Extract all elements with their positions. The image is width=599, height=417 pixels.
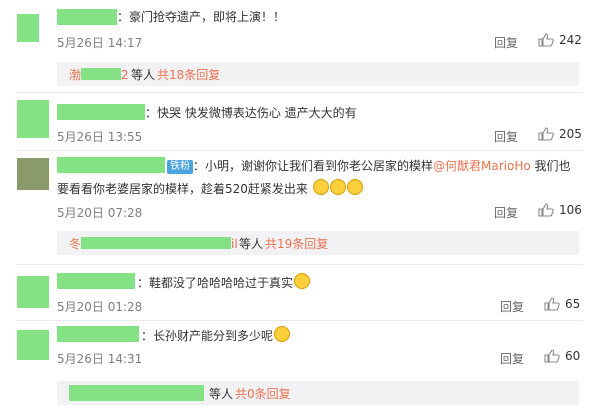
avatar[interactable] [17,100,49,138]
comment-text: ：豪门抢夺遗产，即将上演！！ [117,10,286,24]
reply-button[interactable]: 回复 [500,350,524,367]
reply-button[interactable]: 回复 [494,204,518,221]
username-redacted[interactable] [57,273,135,289]
mention-link[interactable]: @何猷君MarioHo [433,159,531,173]
username-redacted[interactable] [57,157,165,173]
comment-text: ：快哭 快发微博表达伤心 遗产大大的有 [145,106,357,120]
comment-text: 铁粉 ：小明，谢谢你让我们看到你老公居家的模样@何猷君MarioHo 我们也 [167,157,579,175]
comment-text-cont: 要看看你老婆居家的模样，趁着520赶紧发出来 [57,179,579,198]
like-button[interactable]: 60 [544,349,580,363]
username-redacted[interactable] [57,326,139,342]
comment-time: 5月26日 14:31 [57,352,143,366]
like-count: 60 [565,349,581,363]
username-redacted [69,385,204,401]
thumbs-up-icon [538,127,554,141]
avatar[interactable] [17,330,49,360]
thumbs-up-icon [544,349,560,363]
laughing-emoji-icon [346,179,363,195]
subreply-count-link[interactable]: 共19条回复 [265,235,328,252]
subreply-box[interactable]: 等人 共0条回复 [57,381,579,405]
username-redacted [81,68,122,80]
subreply-count-link[interactable]: 共0条回复 [235,385,291,402]
like-button[interactable]: 106 [538,203,582,217]
subreply-name[interactable]: 渤2 [69,66,129,83]
reply-button[interactable]: 回复 [500,298,524,315]
comment-time: 5月20日 07:28 [57,206,143,220]
laughing-emoji-icon [312,179,329,195]
divider [16,264,583,265]
reply-button[interactable]: 回复 [494,128,518,145]
avatar[interactable] [17,14,39,42]
comment-time: 5月20日 01:28 [57,300,143,314]
laughing-emoji-icon [294,273,311,289]
subreply-count-link[interactable]: 共18条回复 [157,66,220,83]
comment-time: 5月26日 13:55 [57,130,143,144]
username-redacted [81,237,232,249]
fan-badge: 铁粉 [167,159,193,174]
thumbs-up-icon [538,203,554,217]
reply-button[interactable]: 回复 [494,34,518,51]
subreply-box[interactable]: 冬 il 等人 共19条回复 [57,231,579,255]
subreply-suffix: 等人 [239,237,264,251]
username-redacted[interactable] [57,104,145,120]
subreply-box[interactable]: 渤2 等人 共18条回复 [57,62,579,86]
like-button[interactable]: 242 [538,33,582,47]
comment-time: 5月26日 14:17 [57,36,143,50]
subreply-suffix: 等人 [131,68,156,82]
divider [16,150,583,151]
avatar[interactable] [17,158,49,190]
username-redacted[interactable] [57,9,117,25]
thumbs-up-icon [538,33,554,47]
laughing-emoji-icon [274,326,291,342]
avatar[interactable] [17,276,49,308]
comment-text: ：鞋都没了哈哈哈哈过于真实 [137,273,579,292]
like-button[interactable]: 205 [538,127,582,141]
like-button[interactable]: 65 [544,297,580,311]
like-count: 205 [559,127,582,141]
thumbs-up-icon [544,297,560,311]
like-count: 65 [565,297,581,311]
like-count: 242 [559,33,582,47]
subreply-suffix: 等人 [209,387,234,401]
like-count: 106 [559,203,582,217]
divider [16,320,583,321]
laughing-emoji-icon [329,179,346,195]
divider [16,92,583,93]
subreply-name[interactable]: 冬 il [69,235,238,252]
comment-text: ：长孙财产能分到多少呢 [141,326,579,345]
